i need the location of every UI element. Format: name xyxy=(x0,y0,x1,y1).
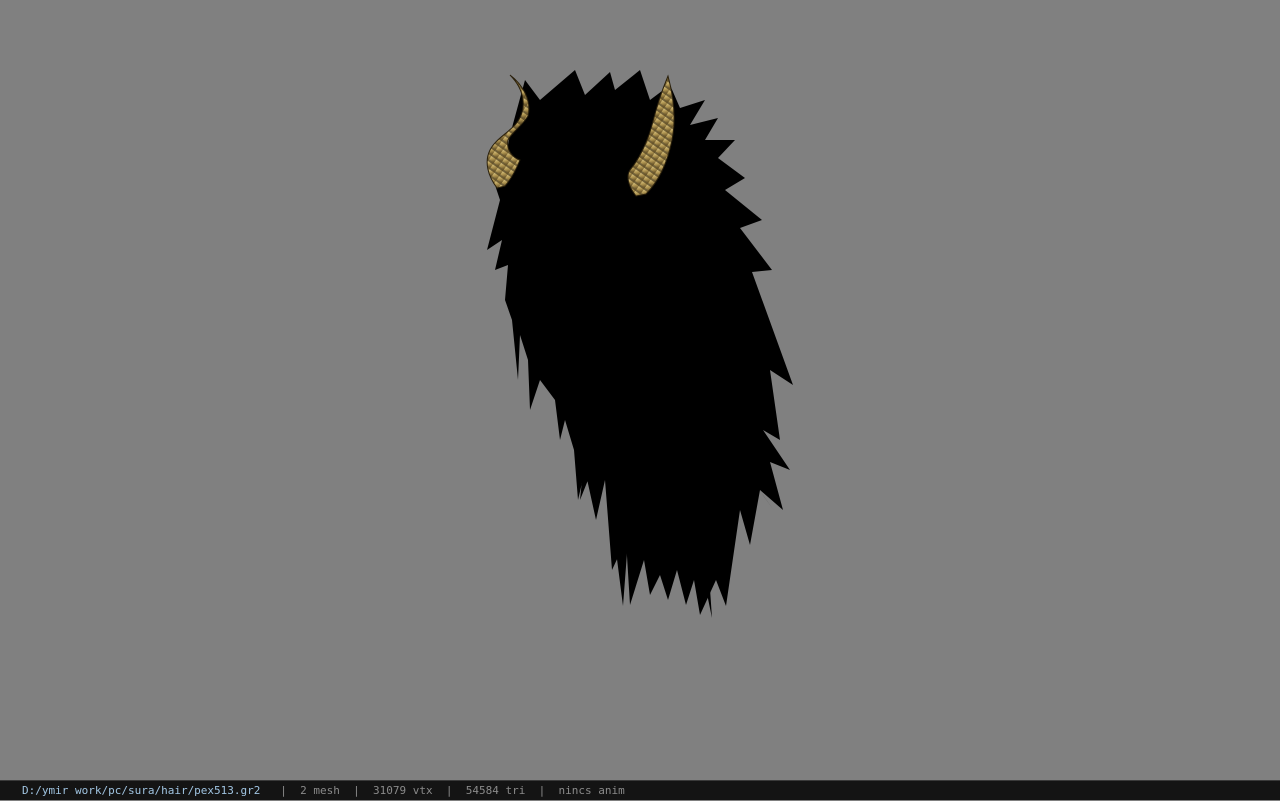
mesh-count: 2 mesh xyxy=(300,784,340,797)
status-bar: D:/ymir work/pc/sura/hair/pex513.gr2 | 2… xyxy=(0,780,1280,800)
hair-model xyxy=(486,70,793,618)
animation-status: nincs anim xyxy=(558,784,625,797)
separator: | xyxy=(445,784,453,797)
vertex-count: 31079 vtx xyxy=(373,784,433,797)
separator: | xyxy=(280,784,287,797)
3d-viewport[interactable] xyxy=(0,0,1280,780)
file-path: D:/ymir work/pc/sura/hair/pex513.gr2 xyxy=(22,784,261,797)
triangle-count: 54584 tri xyxy=(465,784,526,797)
separator: | xyxy=(538,784,546,797)
separator: | xyxy=(353,784,360,797)
hair-mass xyxy=(487,70,793,615)
